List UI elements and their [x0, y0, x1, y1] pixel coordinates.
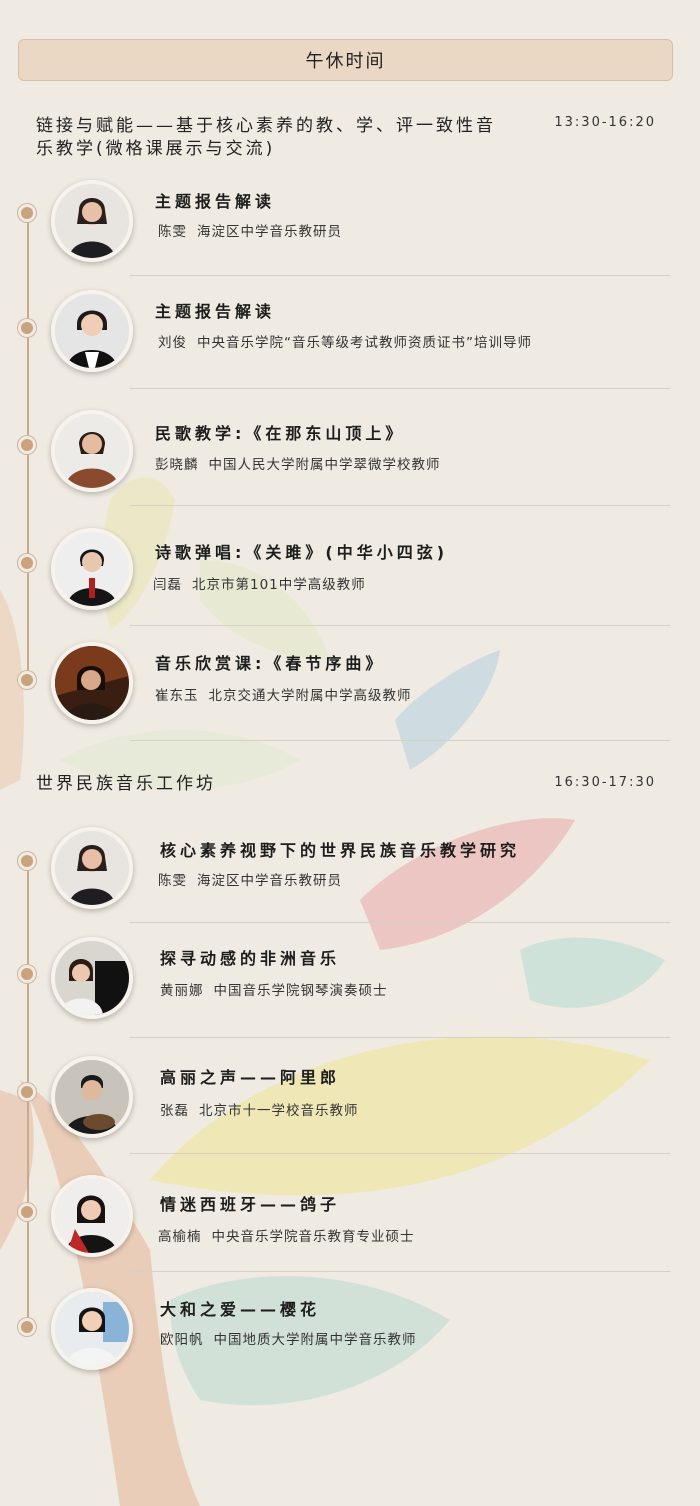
- talk-title: 情迷西班牙——鸽子: [160, 1195, 341, 1214]
- avatar: [51, 1056, 133, 1138]
- speaker-name: 黄丽娜: [160, 983, 204, 999]
- divider: [130, 1271, 670, 1272]
- speaker-info: 崔东玉 北京交通大学附属中学高级教师: [155, 684, 412, 704]
- talk-title: 探寻动感的非洲音乐: [160, 949, 341, 968]
- talk-title: 诗歌弹唱:《关雎》(中华小四弦): [155, 543, 449, 562]
- list-item: 主题报告解读 刘俊 中央音乐学院“音乐等级考试教师资质证书”培训导师: [0, 290, 700, 400]
- talk-title: 大和之爱——樱花: [160, 1300, 321, 1319]
- speaker-role: 中国地质大学附属中学音乐教师: [213, 1332, 417, 1348]
- divider: [130, 625, 670, 626]
- speaker-name: 欧阳帆: [160, 1332, 204, 1348]
- list-item: 大和之爱——樱花 欧阳帆 中国地质大学附属中学音乐教师: [0, 1288, 700, 1398]
- speaker-info: 陈雯 海淀区中学音乐教研员: [158, 869, 342, 889]
- avatar: [51, 827, 133, 909]
- divider: [130, 922, 670, 923]
- talk-title: 主题报告解读: [155, 302, 276, 321]
- talk-title: 主题报告解读: [155, 192, 276, 211]
- avatar: [51, 410, 133, 492]
- banner-label: 午休时间: [305, 51, 386, 72]
- speaker-name: 陈雯: [158, 224, 187, 240]
- avatar: [51, 1175, 133, 1257]
- divider: [130, 505, 670, 506]
- list-item: 探寻动感的非洲音乐 黄丽娜 中国音乐学院钢琴演奏硕士: [0, 937, 700, 1047]
- speaker-name: 刘俊: [158, 335, 187, 351]
- divider: [130, 740, 670, 741]
- timeline-dot: [18, 204, 36, 222]
- timeline-dot: [18, 671, 36, 689]
- avatar: [51, 180, 133, 262]
- talk-title: 民歌教学:《在那东山顶上》: [155, 424, 406, 443]
- avatar: [51, 290, 133, 372]
- divider: [130, 388, 670, 389]
- avatar: [51, 528, 133, 610]
- speaker-name: 闫磊: [153, 577, 182, 593]
- speaker-name: 彭晓麟: [155, 457, 199, 473]
- speaker-info: 彭晓麟 中国人民大学附属中学翠微学校教师: [155, 453, 441, 473]
- section-2-time: 16:30-17:30: [554, 775, 656, 790]
- list-item: 民歌教学:《在那东山顶上》 彭晓麟 中国人民大学附属中学翠微学校教师: [0, 410, 700, 520]
- talk-title: 音乐欣赏课:《春节序曲》: [155, 654, 386, 673]
- timeline-dot: [18, 1203, 36, 1221]
- section-1-title: 链接与赋能——基于核心素养的教、学、评一致性音乐教学(微格课展示与交流): [36, 116, 496, 159]
- speaker-role: 海淀区中学音乐教研员: [197, 873, 342, 889]
- speaker-role: 中国音乐学院钢琴演奏硕士: [213, 983, 388, 999]
- talk-title: 高丽之声——阿里郎: [160, 1068, 341, 1087]
- timeline-dot: [18, 319, 36, 337]
- speaker-info: 欧阳帆 中国地质大学附属中学音乐教师: [160, 1328, 417, 1348]
- list-item: 诗歌弹唱:《关雎》(中华小四弦) 闫磊 北京市第101中学高级教师: [0, 528, 700, 638]
- list-item: 音乐欣赏课:《春节序曲》 崔东玉 北京交通大学附属中学高级教师: [0, 642, 700, 752]
- divider: [130, 275, 670, 276]
- avatar: [51, 937, 133, 1019]
- avatar: [51, 642, 133, 724]
- speaker-info: 高榆楠 中央音乐学院音乐教育专业硕士: [158, 1225, 415, 1245]
- speaker-info: 刘俊 中央音乐学院“音乐等级考试教师资质证书”培训导师: [158, 331, 532, 351]
- speaker-role: 海淀区中学音乐教研员: [197, 224, 342, 240]
- timeline-dot: [18, 1083, 36, 1101]
- section-1-time: 13:30-16:20: [554, 115, 656, 130]
- section-2-title: 世界民族音乐工作坊: [36, 774, 216, 794]
- divider: [130, 1153, 670, 1154]
- timeline-dot: [18, 965, 36, 983]
- speaker-name: 陈雯: [158, 873, 187, 889]
- speaker-role: 北京市十一学校音乐教师: [199, 1103, 359, 1119]
- talk-title: 核心素养视野下的世界民族音乐教学研究: [160, 841, 521, 860]
- list-item: 情迷西班牙——鸽子 高榆楠 中央音乐学院音乐教育专业硕士: [0, 1175, 700, 1285]
- lunch-break-banner: 午休时间: [18, 39, 673, 81]
- speaker-role: 中央音乐学院音乐教育专业硕士: [211, 1229, 415, 1245]
- divider: [130, 1037, 670, 1038]
- speaker-role: 中央音乐学院“音乐等级考试教师资质证书”培训导师: [197, 335, 532, 351]
- speaker-role: 北京市第101中学高级教师: [192, 577, 366, 593]
- list-item: 高丽之声——阿里郎 张磊 北京市十一学校音乐教师: [0, 1056, 700, 1166]
- timeline-dot: [18, 554, 36, 572]
- list-item: 主题报告解读 陈雯 海淀区中学音乐教研员: [0, 180, 700, 290]
- list-item: 核心素养视野下的世界民族音乐教学研究 陈雯 海淀区中学音乐教研员: [0, 827, 700, 937]
- speaker-name: 高榆楠: [158, 1229, 202, 1245]
- speaker-role: 北京交通大学附属中学高级教师: [208, 688, 412, 704]
- speaker-info: 陈雯 海淀区中学音乐教研员: [158, 220, 342, 240]
- speaker-name: 张磊: [160, 1103, 189, 1119]
- speaker-role: 中国人民大学附属中学翠微学校教师: [208, 457, 441, 473]
- timeline-dot: [18, 1318, 36, 1336]
- speaker-info: 张磊 北京市十一学校音乐教师: [160, 1099, 359, 1119]
- timeline-dot: [18, 852, 36, 870]
- avatar: [51, 1288, 133, 1370]
- speaker-name: 崔东玉: [155, 688, 199, 704]
- speaker-info: 黄丽娜 中国音乐学院钢琴演奏硕士: [160, 979, 388, 999]
- speaker-info: 闫磊 北京市第101中学高级教师: [153, 573, 366, 593]
- timeline-dot: [18, 436, 36, 454]
